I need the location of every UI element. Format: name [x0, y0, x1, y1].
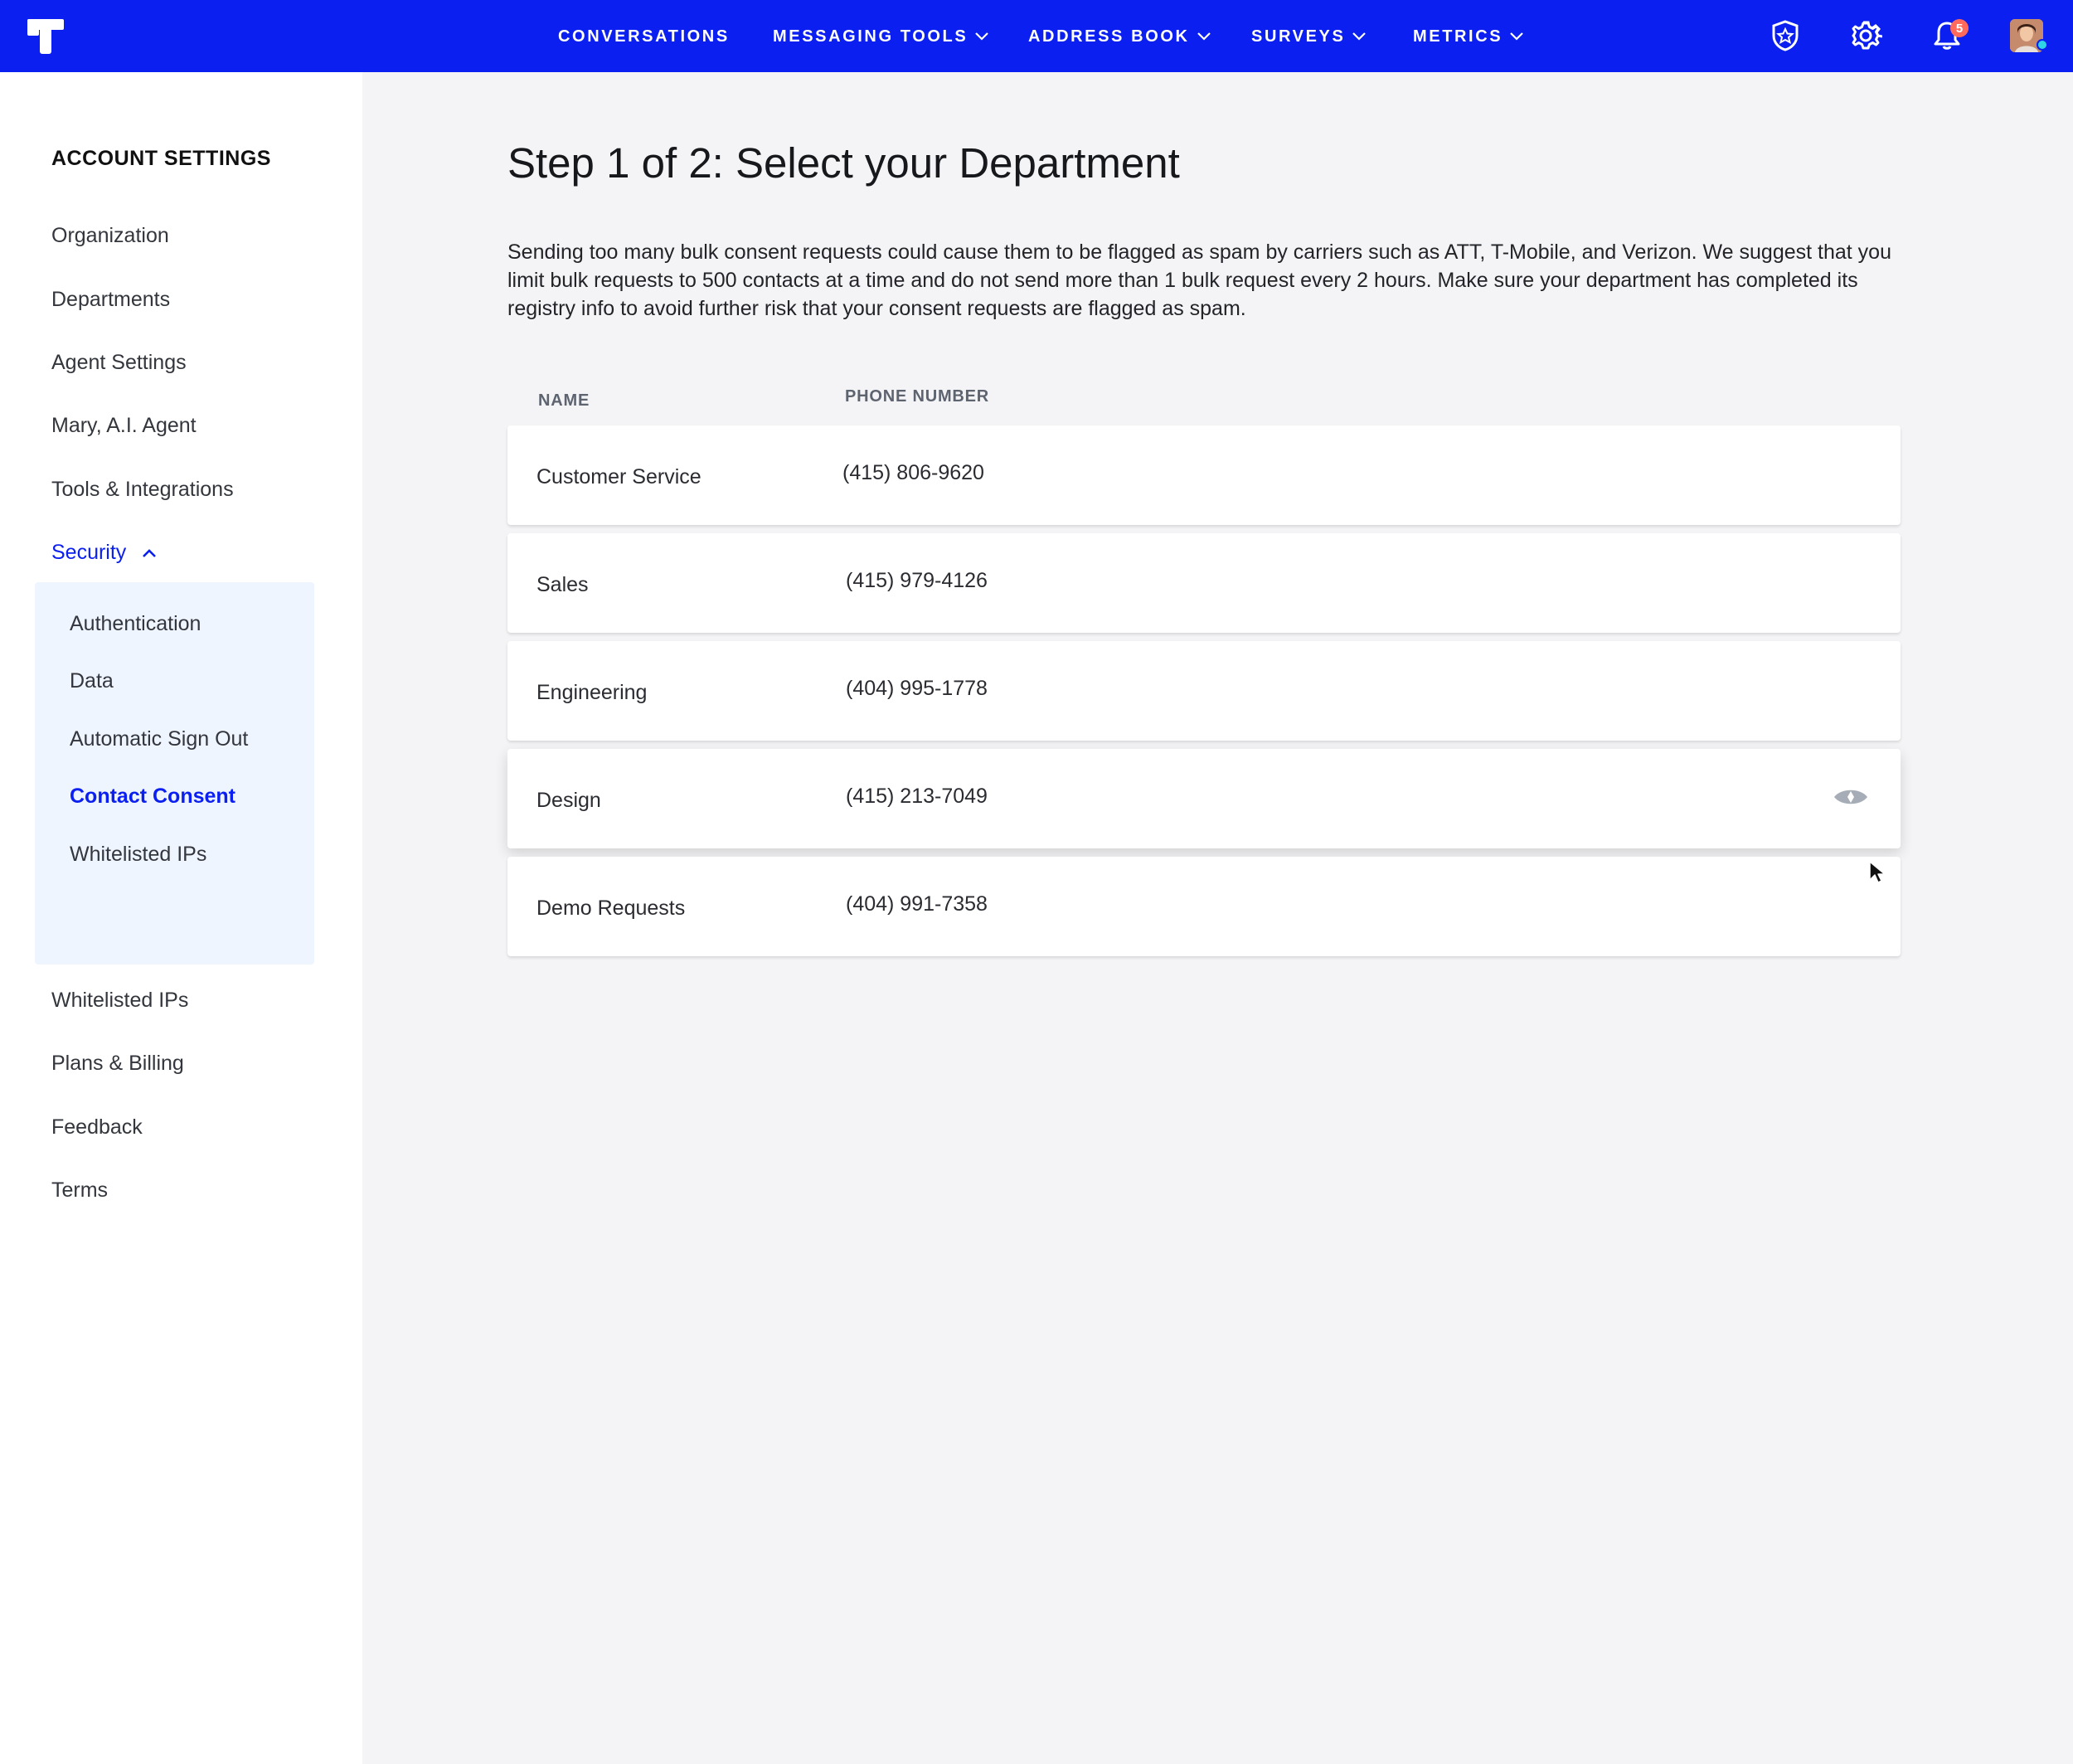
department-phone: (404) 995-1778: [846, 677, 988, 700]
sidebar-item-security-label: Security: [51, 541, 127, 564]
notifications-button[interactable]: 5: [1929, 17, 1969, 54]
nav-metrics-label: METRICS: [1413, 27, 1503, 46]
chevron-down-icon: [1352, 32, 1367, 41]
shield-star-icon: [1772, 20, 1799, 51]
department-row[interactable]: Demo Requests (404) 991-7358: [507, 857, 1901, 956]
nav-surveys-label: SURVEYS: [1251, 27, 1346, 46]
sidebar-item-organization[interactable]: Organization: [51, 224, 169, 248]
nav-address-book[interactable]: ADDRESS BOOK: [1028, 25, 1211, 48]
settings-sidebar: ACCOUNT SETTINGS Organization Department…: [0, 72, 362, 1764]
sidebar-item-whitelisted-ips[interactable]: Whitelisted IPs: [51, 989, 188, 1013]
submenu-item-contact-consent[interactable]: Contact Consent: [70, 785, 235, 809]
sidebar-item-feedback[interactable]: Feedback: [51, 1115, 143, 1140]
department-row-hovered[interactable]: Design (415) 213-7049: [507, 749, 1901, 848]
department-name: Customer Service: [536, 465, 702, 488]
top-navigation-bar: CONVERSATIONS MESSAGING TOOLS ADDRESS BO…: [0, 0, 2073, 72]
main-content: Step 1 of 2: Select your Department Send…: [362, 72, 2073, 1764]
sidebar-item-ai-agent[interactable]: Mary, A.I. Agent: [51, 414, 197, 438]
shield-star-button[interactable]: [1767, 17, 1804, 54]
sidebar-item-plans-billing[interactable]: Plans & Billing: [51, 1052, 184, 1076]
chevron-down-icon: [1197, 32, 1211, 41]
nav-address-book-label: ADDRESS BOOK: [1028, 27, 1190, 46]
sidebar-item-tools-integrations[interactable]: Tools & Integrations: [51, 478, 234, 502]
online-status-indicator: [2037, 39, 2048, 51]
sidebar-item-terms[interactable]: Terms: [51, 1178, 108, 1203]
sidebar-item-security[interactable]: Security: [51, 541, 158, 565]
chevron-down-icon: [1510, 32, 1523, 41]
department-phone: (415) 979-4126: [846, 569, 988, 592]
department-row[interactable]: Engineering (404) 995-1778: [507, 641, 1901, 741]
department-phone: (415) 213-7049: [846, 785, 988, 808]
column-header-phone[interactable]: PHONE NUMBER: [845, 387, 989, 406]
department-phone: (404) 991-7358: [846, 892, 988, 916]
department-name: Engineering: [536, 681, 648, 704]
department-name: Design: [536, 789, 601, 812]
security-submenu: Authentication Data Automatic Sign Out C…: [35, 582, 314, 965]
consent-warning-text: Sending too many bulk consent requests c…: [507, 241, 1891, 320]
nav-surveys[interactable]: SURVEYS: [1251, 25, 1367, 48]
column-header-name[interactable]: NAME: [538, 391, 590, 411]
mouse-pointer-icon: [1869, 861, 1886, 883]
department-row[interactable]: Sales (415) 979-4126: [507, 533, 1901, 633]
submenu-item-authentication[interactable]: Authentication: [70, 612, 201, 636]
department-name: Sales: [536, 573, 589, 596]
sidebar-item-agent-settings[interactable]: Agent Settings: [51, 351, 187, 375]
gear-icon: [1852, 21, 1882, 50]
submenu-item-data[interactable]: Data: [70, 669, 114, 693]
page-title: Step 1 of 2: Select your Department: [507, 139, 1180, 187]
submenu-item-automatic-sign-out[interactable]: Automatic Sign Out: [70, 727, 248, 751]
nav-metrics[interactable]: METRICS: [1413, 25, 1524, 48]
department-name: Demo Requests: [536, 897, 686, 920]
sidebar-item-departments[interactable]: Departments: [51, 288, 170, 312]
app-logo-icon[interactable]: [27, 19, 64, 54]
department-row[interactable]: Customer Service (415) 806-9620: [507, 425, 1901, 525]
nav-conversations[interactable]: CONVERSATIONS: [558, 25, 730, 48]
nav-messaging-tools-label: MESSAGING TOOLS: [773, 27, 969, 46]
nav-messaging-tools[interactable]: MESSAGING TOOLS: [773, 25, 989, 48]
chevron-up-icon: [143, 548, 157, 557]
eye-icon[interactable]: [1833, 786, 1869, 808]
department-phone: (415) 806-9620: [842, 461, 984, 484]
submenu-item-whitelisted-ips[interactable]: Whitelisted IPs: [70, 843, 206, 867]
notification-badge: 5: [1950, 19, 1969, 37]
sidebar-heading: ACCOUNT SETTINGS: [51, 147, 271, 170]
settings-button[interactable]: [1847, 17, 1884, 54]
chevron-down-icon: [975, 32, 989, 41]
nav-conversations-label: CONVERSATIONS: [558, 27, 730, 46]
